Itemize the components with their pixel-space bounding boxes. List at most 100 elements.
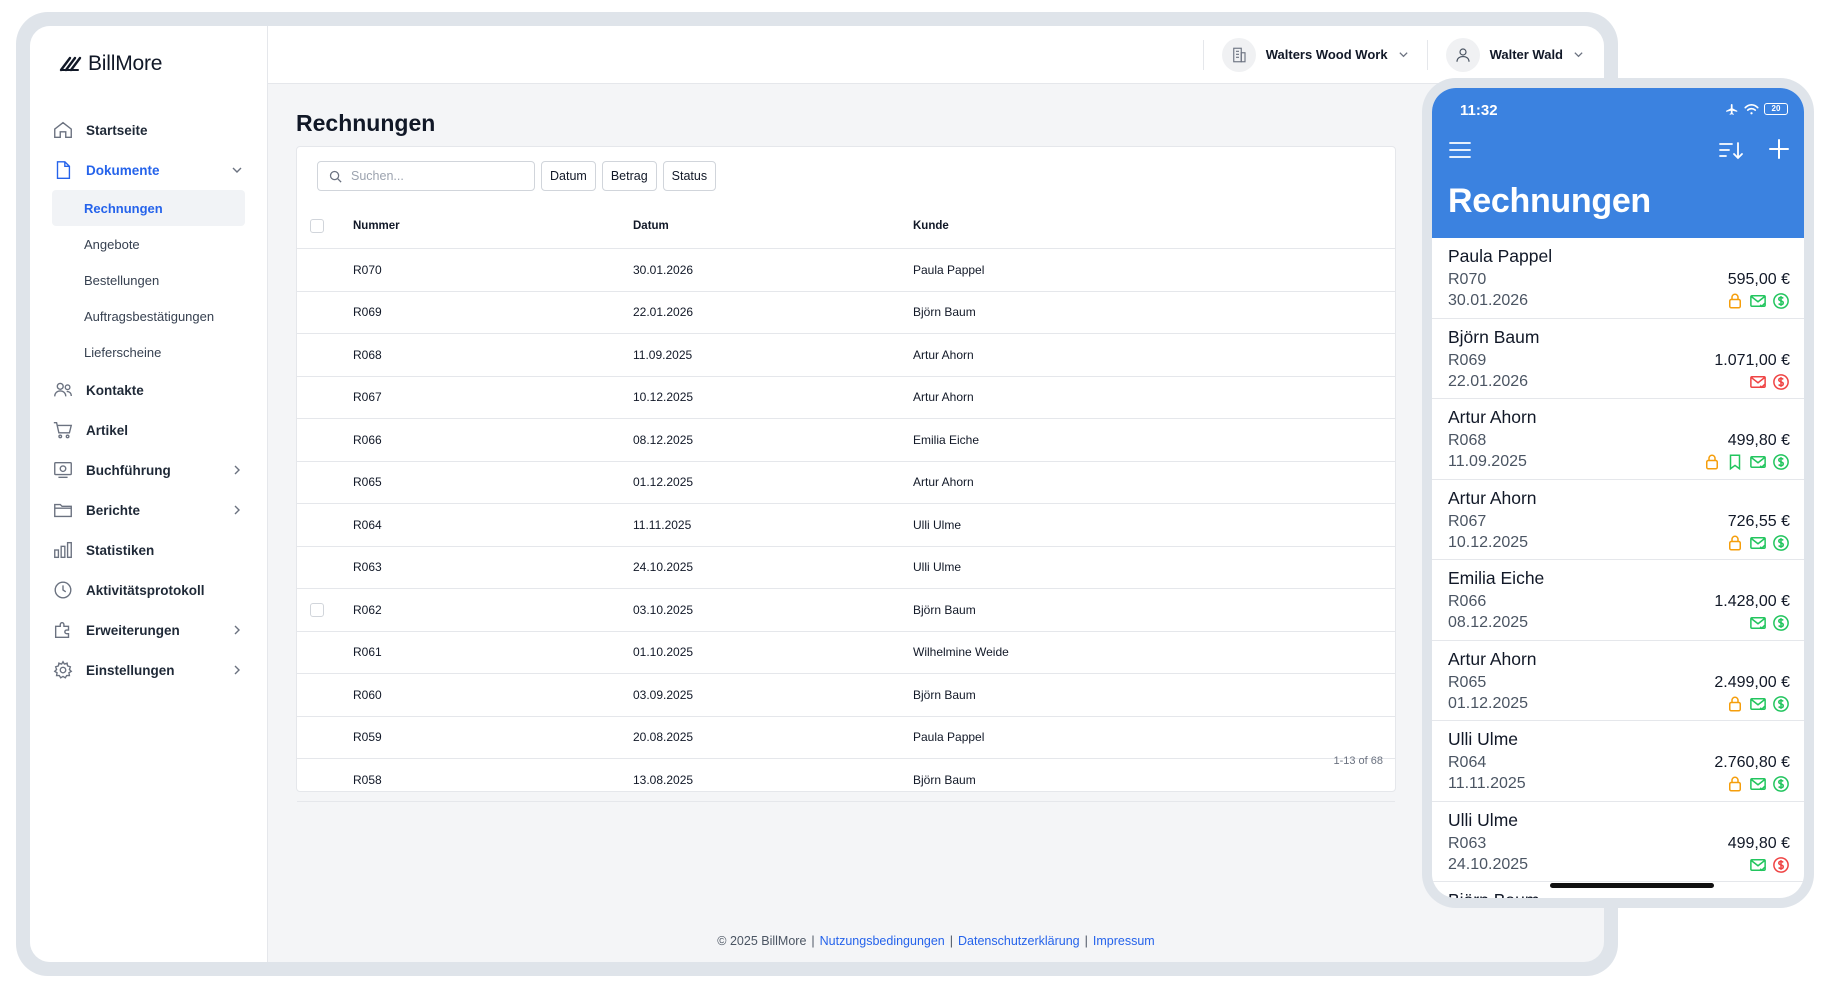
- table-row[interactable]: R060 03.09.2025 Björn Baum: [297, 674, 1395, 717]
- invoice-number: R062: [353, 602, 382, 617]
- phone-invoice-amount: 499,80 €: [1727, 834, 1790, 852]
- desktop-app: BillMore Startseite Dokumente Rechnungen…: [30, 26, 1604, 962]
- user-icon: [1455, 47, 1470, 62]
- company-switcher[interactable]: Walters Wood Work: [1221, 37, 1409, 72]
- phone-list-item[interactable]: Ulli Ulme R064 2.760,80 € 11.11.2025: [1432, 721, 1804, 802]
- column-header-nummer[interactable]: Nummer: [353, 220, 633, 232]
- phone-invoice-number: R066: [1448, 593, 1487, 610]
- phone-invoice-number: R070: [1448, 271, 1487, 288]
- phone-list-item[interactable]: Artur Ahorn R065 2.499,00 € 01.12.2025: [1432, 641, 1804, 721]
- phone-frame: 11:32 20 Rechnungen Paula Pappel R070 595,…: [1422, 78, 1814, 908]
- customer-name: Ulli Ulme: [913, 517, 961, 532]
- customer-name: Björn Baum: [913, 687, 976, 702]
- home-icon: [54, 121, 72, 139]
- phone-invoice-amount: 595,00 €: [1727, 271, 1790, 288]
- sidebar-item-erweiterungen[interactable]: Erweiterungen: [30, 610, 267, 650]
- phone-invoice-date: 10.12.2025: [1448, 533, 1529, 551]
- sidebar: BillMore Startseite Dokumente Rechnungen…: [30, 26, 268, 962]
- search-input[interactable]: [351, 169, 521, 183]
- sort-icon[interactable]: [1718, 140, 1744, 162]
- table-row[interactable]: R064 11.11.2025 Ulli Ulme: [297, 504, 1395, 547]
- sidebar-item-dokumente[interactable]: Dokumente: [30, 150, 267, 190]
- sidebar-subitem-bestellungen[interactable]: Bestellungen: [52, 262, 245, 298]
- phone-customer-name: Björn Baum: [1448, 890, 1790, 898]
- user-menu[interactable]: Walter Wald: [1445, 37, 1584, 72]
- customer-name: Paula Pappel: [913, 262, 985, 277]
- imprint-link[interactable]: Impressum: [1093, 934, 1155, 948]
- phone-invoice-date: 01.12.2025: [1448, 694, 1529, 712]
- sidebar-subitem-auftragsbestaetigungen[interactable]: Auftragsbestätigungen: [52, 298, 245, 334]
- sidebar-item-label: Statistiken: [86, 542, 155, 558]
- sidebar-item-einstellungen[interactable]: Einstellungen: [30, 650, 267, 690]
- page-title: Rechnungen: [296, 110, 436, 136]
- sidebar-item-berichte[interactable]: Berichte: [30, 490, 267, 530]
- clock-icon: [54, 581, 72, 599]
- table-row[interactable]: R058 13.08.2025 Björn Baum: [297, 759, 1395, 802]
- invoices-table: Nummer Datum Kunde R070 30.01.2026 Paula P…: [297, 203, 1395, 802]
- phone-list-item[interactable]: Paula Pappel R070 595,00 € 30.01.2026: [1432, 238, 1804, 319]
- search-box[interactable]: [317, 161, 535, 191]
- phone-list-item[interactable]: Björn Baum R069 1.071,00 € 22.01.2026: [1432, 319, 1804, 399]
- invoice-number: R070: [353, 262, 382, 277]
- filter-status-button[interactable]: Status: [662, 161, 717, 191]
- gear-icon: [53, 660, 73, 679]
- invoice-number: R068: [353, 347, 382, 362]
- sidebar-item-startseite[interactable]: Startseite: [30, 110, 267, 150]
- main-content: Walters Wood Work Walter Wald Rechnungen: [268, 26, 1604, 962]
- invoice-number: R060: [353, 687, 382, 702]
- sidebar-item-aktivitaetsprotokoll[interactable]: Aktivitätsprotokoll: [30, 570, 267, 610]
- invoice-number: R063: [353, 560, 382, 575]
- documents-submenu: Rechnungen Angebote Bestellungen Auftrag…: [30, 190, 267, 370]
- sidebar-item-artikel[interactable]: Artikel: [30, 410, 267, 450]
- customer-name: Björn Baum: [913, 305, 976, 320]
- sidebar-item-kontakte[interactable]: Kontakte: [30, 370, 267, 410]
- table-row[interactable]: R070 30.01.2026 Paula Pappel: [297, 249, 1395, 292]
- phone-invoice-number: R069: [1448, 351, 1487, 369]
- phone-list-item[interactable]: Emilia Eiche R066 1.428,00 € 08.12.2025: [1432, 560, 1804, 641]
- phone-status-icons: [1726, 534, 1790, 552]
- terms-link[interactable]: Nutzungsbedingungen: [820, 934, 945, 948]
- column-header-kunde[interactable]: Kunde: [913, 220, 1395, 232]
- invoice-date: 03.10.2025: [633, 602, 694, 617]
- invoice-date: 24.10.2025: [633, 560, 694, 575]
- table-row[interactable]: R062 03.10.2025 Björn Baum: [297, 589, 1395, 632]
- sidebar-subitem-lieferscheine[interactable]: Lieferscheine: [52, 334, 245, 370]
- phone-status-icons: [1703, 453, 1790, 471]
- hamburger-menu-icon[interactable]: [1448, 140, 1472, 160]
- table-row[interactable]: R059 20.08.2025 Paula Pappel: [297, 717, 1395, 759]
- mail-icon: [1750, 778, 1766, 791]
- column-header-datum[interactable]: Datum: [633, 220, 913, 232]
- sidebar-item-buchfuehrung[interactable]: Buchführung: [30, 450, 267, 490]
- table-row[interactable]: R063 24.10.2025 Ulli Ulme: [297, 547, 1395, 589]
- filter-betrag-button[interactable]: Betrag: [601, 161, 657, 191]
- invoice-number: R067: [353, 390, 382, 405]
- filter-datum-button[interactable]: Datum: [541, 161, 596, 191]
- pagination-info: 1-13 of 68: [1333, 755, 1383, 767]
- sidebar-item-statistiken[interactable]: Statistiken: [30, 530, 267, 570]
- row-checkbox[interactable]: [310, 602, 324, 617]
- phone-invoice-number: R063: [1448, 834, 1487, 852]
- sidebar-nav: Startseite Dokumente: [30, 110, 267, 190]
- phone-list-item[interactable]: Artur Ahorn R068 499,80 € 11.09.2025: [1432, 399, 1804, 480]
- sidebar-subitem-angebote[interactable]: Angebote: [52, 226, 245, 262]
- customer-name: Ulli Ulme: [913, 560, 961, 575]
- table-row[interactable]: R061 01.10.2025 Wilhelmine Weide: [297, 632, 1395, 674]
- phone-list-item[interactable]: Ulli Ulme R063 499,80 € 24.10.2025: [1432, 802, 1804, 882]
- phone-status-icons: [1726, 695, 1790, 713]
- sidebar-subitem-rechnungen[interactable]: Rechnungen: [52, 190, 245, 226]
- sidebar-item-label: Aktivitätsprotokoll: [86, 582, 205, 598]
- phone-customer-name: Ulli Ulme: [1448, 729, 1518, 749]
- table-row[interactable]: R065 01.12.2025 Artur Ahorn: [297, 462, 1395, 504]
- privacy-link[interactable]: Datenschutzerklärung: [958, 934, 1080, 948]
- battery-indicator: 20: [1764, 103, 1788, 115]
- phone-list-item[interactable]: Artur Ahorn R067 726,55 € 10.12.2025: [1432, 480, 1804, 560]
- table-row[interactable]: R066 08.12.2025 Emilia Eiche: [297, 419, 1395, 462]
- table-row[interactable]: R068 11.09.2025 Artur Ahorn: [297, 334, 1395, 377]
- add-icon[interactable]: [1768, 138, 1790, 160]
- invoice-date: 11.11.2025: [633, 517, 692, 532]
- select-all-checkbox[interactable]: [310, 218, 324, 233]
- table-row[interactable]: R067 10.12.2025 Artur Ahorn: [297, 377, 1395, 419]
- phone-customer-name: Artur Ahorn: [1448, 407, 1537, 427]
- logo[interactable]: BillMore: [30, 48, 267, 80]
- table-row[interactable]: R069 22.01.2026 Björn Baum: [297, 292, 1395, 334]
